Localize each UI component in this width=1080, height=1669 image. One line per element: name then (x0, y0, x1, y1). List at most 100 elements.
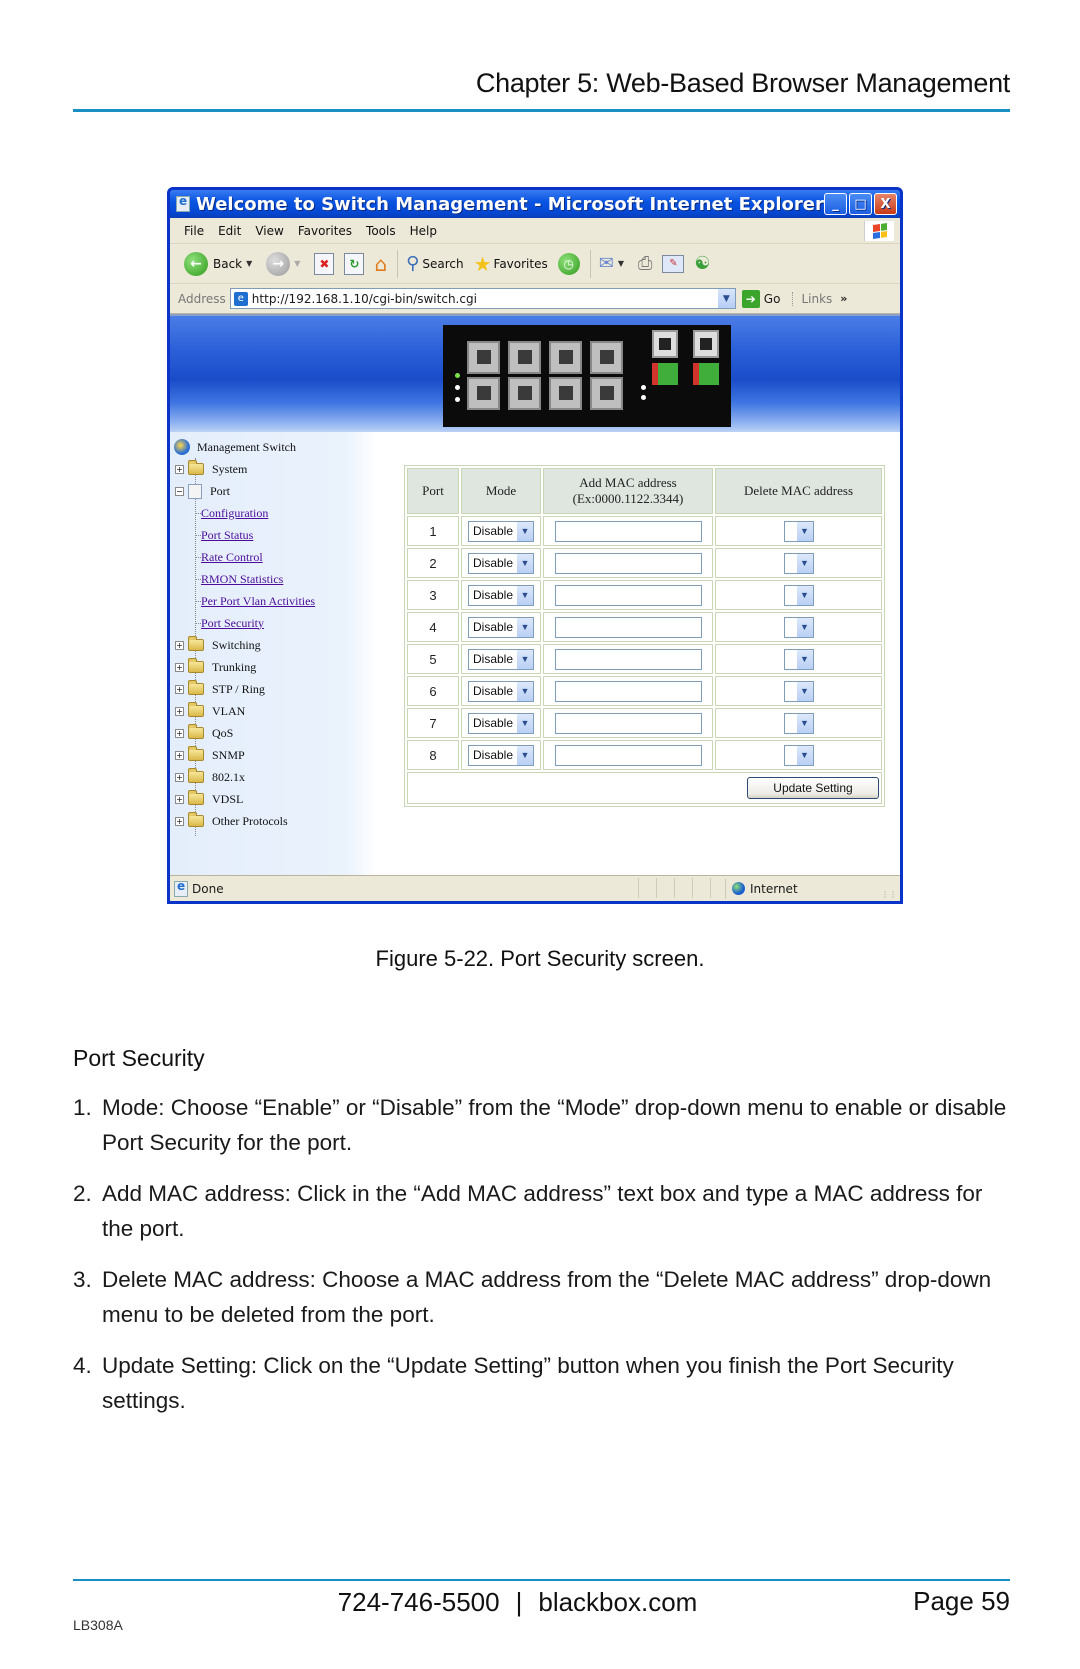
configuration-link[interactable]: Configuration (201, 506, 268, 521)
expand-icon[interactable]: + (175, 706, 184, 716)
expand-icon[interactable]: + (175, 772, 184, 782)
mode-select[interactable]: Disable ▼ (467, 552, 535, 574)
menu-tools[interactable]: Tools (366, 224, 396, 238)
expand-icon[interactable]: + (175, 794, 184, 804)
chevron-down-icon[interactable]: ▼ (517, 713, 534, 733)
chevron-down-icon[interactable]: ▼ (517, 745, 534, 765)
tree-node-vlan[interactable]: + VLAN (170, 700, 376, 722)
tree-node-trunking[interactable]: + Trunking (170, 656, 376, 678)
add-mac-input[interactable] (554, 712, 702, 734)
chevron-down-icon[interactable]: ▼ (796, 585, 813, 605)
expand-icon[interactable]: + (175, 816, 184, 826)
menu-help[interactable]: Help (410, 224, 437, 238)
collapse-icon[interactable]: − (175, 486, 184, 496)
history-button[interactable]: ◷ (557, 252, 580, 275)
chevron-down-icon[interactable]: ▼ (517, 553, 534, 573)
expand-icon[interactable]: + (175, 662, 184, 672)
tree-node-other-protocols[interactable]: + Other Protocols (170, 810, 376, 832)
port-status-link[interactable]: Port Status (201, 528, 253, 543)
chevron-down-icon[interactable]: ▼ (517, 617, 534, 637)
add-mac-input[interactable] (554, 520, 702, 542)
add-mac-input[interactable] (554, 616, 702, 638)
mail-button[interactable]: ✉ ▼ (599, 253, 628, 274)
refresh-button[interactable]: ↻ (344, 252, 365, 275)
expand-icon[interactable]: + (175, 464, 184, 474)
chevron-down-icon[interactable]: ▼ (796, 649, 813, 669)
tree-node-stp-ring[interactable]: + STP / Ring (170, 678, 376, 700)
tree-leaf-configuration[interactable]: Configuration (170, 502, 376, 524)
rmon-statistics-link[interactable]: RMON Statistics (201, 572, 283, 587)
chevron-down-icon[interactable]: ▼ (796, 521, 813, 541)
tree-node-snmp[interactable]: + SNMP (170, 744, 376, 766)
delete-mac-select[interactable]: ▼ (783, 552, 814, 574)
tree-node-port[interactable]: − Port (170, 480, 376, 502)
update-setting-button[interactable]: Update Setting (747, 777, 879, 799)
rate-control-link[interactable]: Rate Control (201, 550, 263, 565)
menu-view[interactable]: View (255, 224, 283, 238)
port-security-link[interactable]: Port Security (201, 616, 264, 631)
mail-dropdown-icon[interactable]: ▼ (618, 259, 624, 268)
mode-select[interactable]: Disable ▼ (467, 744, 535, 766)
delete-mac-select[interactable]: ▼ (783, 712, 814, 734)
maximize-button[interactable]: □ (849, 193, 872, 215)
chevron-right-icon[interactable]: » (840, 292, 847, 305)
tree-leaf-rmon-statistics[interactable]: RMON Statistics (170, 568, 376, 590)
links-toolbar[interactable]: Links (792, 291, 832, 306)
delete-mac-select[interactable]: ▼ (783, 648, 814, 670)
tree-node-vdsl[interactable]: + VDSL (170, 788, 376, 810)
home-button[interactable]: ⌂ (374, 252, 387, 276)
chevron-down-icon[interactable]: ▼ (796, 681, 813, 701)
menu-favorites[interactable]: Favorites (298, 224, 352, 238)
add-mac-input[interactable] (554, 584, 702, 606)
delete-mac-select[interactable]: ▼ (783, 744, 814, 766)
tree-node-switching[interactable]: + Switching (170, 634, 376, 656)
menu-edit[interactable]: Edit (218, 224, 241, 238)
menu-file[interactable]: File (184, 224, 204, 238)
expand-icon[interactable]: + (175, 684, 184, 694)
delete-mac-select[interactable]: ▼ (783, 680, 814, 702)
forward-dropdown-icon[interactable]: ▼ (294, 259, 300, 268)
delete-mac-select[interactable]: ▼ (783, 520, 814, 542)
chevron-down-icon[interactable]: ▼ (796, 713, 813, 733)
mode-select[interactable]: Disable ▼ (467, 712, 535, 734)
tree-leaf-port-security[interactable]: Port Security (170, 612, 376, 634)
resize-grip-icon[interactable]: ⋮⋮ (881, 890, 897, 899)
search-button[interactable]: ⚲ Search (406, 253, 463, 274)
chevron-down-icon[interactable]: ▼ (796, 553, 813, 573)
stop-button[interactable]: ✖ (314, 252, 335, 275)
print-button[interactable]: ⎙ (638, 253, 652, 274)
messenger-button[interactable]: ☯ (694, 253, 710, 274)
address-input[interactable]: e http://192.168.1.10/cgi-bin/switch.cgi… (229, 288, 736, 309)
mode-select[interactable]: Disable ▼ (467, 520, 535, 542)
per-port-vlan-link[interactable]: Per Port Vlan Activities (201, 594, 315, 609)
add-mac-input[interactable] (554, 744, 702, 766)
tree-leaf-port-status[interactable]: Port Status (170, 524, 376, 546)
tree-leaf-per-port-vlan[interactable]: Per Port Vlan Activities (170, 590, 376, 612)
minimize-button[interactable]: _ (824, 193, 847, 215)
tree-node-8021x[interactable]: + 802.1x (170, 766, 376, 788)
expand-icon[interactable]: + (175, 750, 184, 760)
chevron-down-icon[interactable]: ▼ (796, 745, 813, 765)
mode-select[interactable]: Disable ▼ (467, 648, 535, 670)
tree-node-system[interactable]: + System (170, 458, 376, 480)
add-mac-input[interactable] (554, 552, 702, 574)
forward-button[interactable]: → ▼ (266, 251, 304, 276)
mode-select[interactable]: Disable ▼ (467, 680, 535, 702)
close-button[interactable]: X (874, 193, 897, 215)
back-button[interactable]: ← Back ▼ (184, 251, 256, 276)
chevron-down-icon[interactable]: ▼ (517, 681, 534, 701)
tree-leaf-rate-control[interactable]: Rate Control (170, 546, 376, 568)
address-dropdown-icon[interactable]: ▼ (717, 289, 735, 308)
edit-button[interactable]: ✎ (662, 254, 685, 273)
mode-select[interactable]: Disable ▼ (467, 616, 535, 638)
mode-select[interactable]: Disable ▼ (467, 584, 535, 606)
title-bar[interactable]: Welcome to Switch Management - Microsoft… (170, 190, 900, 218)
chevron-down-icon[interactable]: ▼ (517, 521, 534, 541)
go-button[interactable]: ➔ Go (741, 289, 780, 308)
chevron-down-icon[interactable]: ▼ (796, 617, 813, 637)
back-dropdown-icon[interactable]: ▼ (246, 259, 252, 268)
delete-mac-select[interactable]: ▼ (783, 616, 814, 638)
add-mac-input[interactable] (554, 648, 702, 670)
delete-mac-select[interactable]: ▼ (783, 584, 814, 606)
add-mac-input[interactable] (554, 680, 702, 702)
